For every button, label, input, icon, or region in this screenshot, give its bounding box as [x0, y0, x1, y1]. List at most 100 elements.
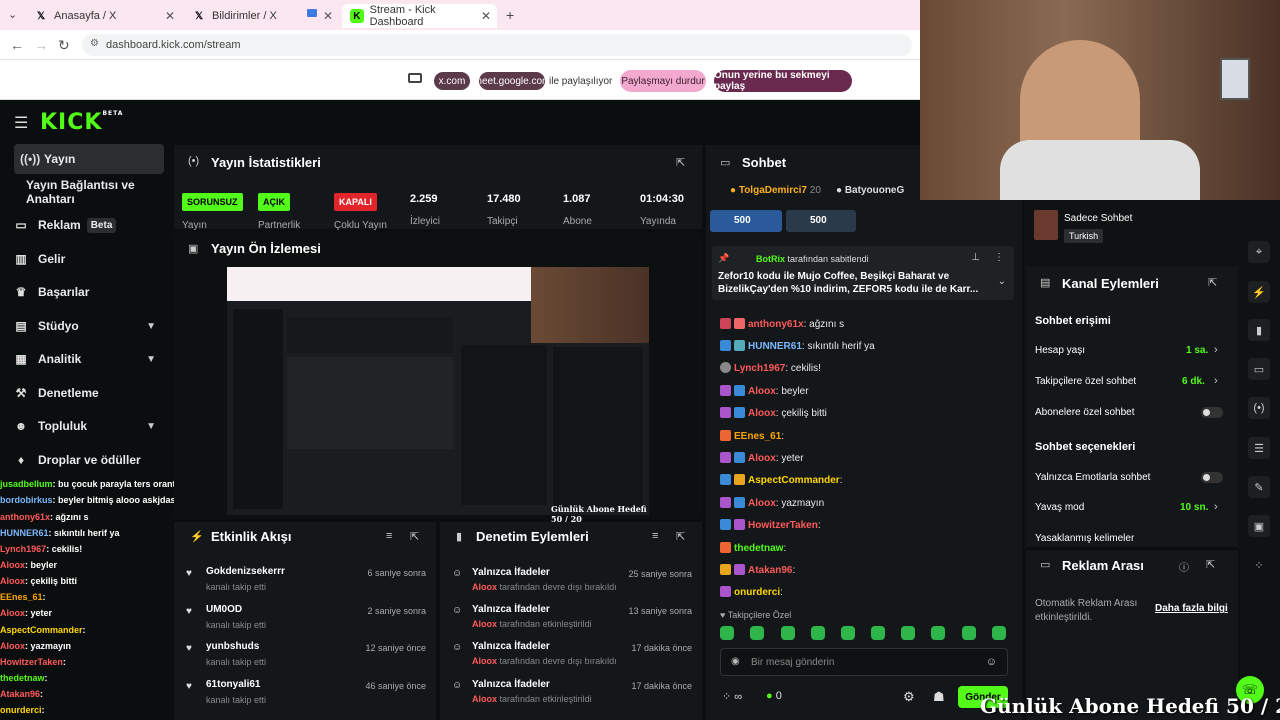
wrench-icon[interactable]: ✎: [1248, 476, 1270, 498]
pinned-by-suffix: tarafından sabitlendi: [787, 254, 869, 264]
emote-icon[interactable]: [871, 626, 885, 640]
activity-item[interactable]: ♥ 61tonyali61 kanalı takip etti 46 saniy…: [186, 679, 426, 709]
popout-icon[interactable]: ⇱: [410, 530, 419, 543]
chat-input[interactable]: ◉ Bir mesaj gönderin ☺: [720, 648, 1008, 676]
close-icon[interactable]: ✕: [323, 9, 333, 23]
popout-icon[interactable]: ⇱: [676, 156, 685, 169]
document-icon[interactable]: ▮: [1248, 319, 1270, 341]
reload-icon[interactable]: ↻: [58, 37, 70, 54]
close-icon[interactable]: ✕: [165, 9, 175, 23]
chat-message[interactable]: AspectCommander:: [720, 474, 842, 486]
emote-icon[interactable]: [962, 626, 976, 640]
chat-message[interactable]: HowitzerTaken:: [720, 519, 821, 531]
emote-icon[interactable]: [992, 626, 1006, 640]
sidebar-item-gelir[interactable]: ▥ Gelir: [14, 244, 164, 274]
emote-icon[interactable]: [931, 626, 945, 640]
sidebar-item-stream-key[interactable]: Yayın Bağlantısı ve Anahtarı: [26, 177, 176, 207]
pinned-message[interactable]: 📌 BotRix tarafından sabitlendi Zefor10 k…: [712, 246, 1014, 300]
slow-mode-value[interactable]: 10 sn.: [1180, 502, 1208, 513]
emote-icon[interactable]: [781, 626, 795, 640]
mod-action-item[interactable]: ☺ Yalnızca İfadeler Aloox tarafından etk…: [452, 679, 692, 709]
tab-list-icon[interactable]: ⌄: [8, 8, 17, 21]
close-icon[interactable]: ✕: [481, 9, 491, 23]
learn-more-link[interactable]: Daha fazla bilgi: [1155, 603, 1228, 614]
filter-icon[interactable]: ≡: [386, 530, 392, 542]
chat-message[interactable]: anthony61x: ağzını s: [720, 318, 844, 330]
tab-kick-dashboard[interactable]: K Stream - Kick Dashboard ✕: [342, 4, 497, 28]
gift-card[interactable]: 500: [786, 210, 856, 232]
mod-action-item[interactable]: ☺ Yalnızca İfadeler Aloox tarafından dev…: [452, 567, 692, 597]
popout-icon[interactable]: ⇱: [1208, 276, 1217, 289]
chat-message[interactable]: Lynch1967: cekilis!: [720, 362, 821, 374]
sidebar-item-denetleme[interactable]: ⚒ Denetleme: [14, 378, 164, 408]
menu-icon[interactable]: ☰: [14, 113, 28, 133]
chevron-right-icon[interactable]: ›: [1214, 375, 1218, 387]
popout-icon[interactable]: ⇱: [676, 530, 685, 543]
emote-icon[interactable]: [720, 626, 734, 640]
chat-message[interactable]: EEnes_61:: [720, 430, 784, 442]
followers-only-value[interactable]: 6 dk.: [1182, 376, 1205, 387]
chat-icon[interactable]: ▭: [1248, 358, 1270, 380]
mod-action-item[interactable]: ☺ Yalnızca İfadeler Aloox tarafından etk…: [452, 604, 692, 634]
kick-points-icon[interactable]: ⁘: [1248, 554, 1270, 576]
chevron-right-icon[interactable]: ›: [1214, 501, 1218, 513]
kick-points[interactable]: ⁘ ∞: [722, 690, 742, 703]
emote-icon[interactable]: [841, 626, 855, 640]
sidebar-item-topluluk[interactable]: ☻ Topluluk ▼: [14, 411, 164, 441]
stream-preview-video[interactable]: Günlük Abone Hedefi 50 / 20: [227, 267, 649, 524]
chat-message[interactable]: Atakan96:: [720, 564, 795, 576]
gift-card[interactable]: 500: [710, 210, 782, 232]
emote-icon[interactable]: [811, 626, 825, 640]
sidebar-item-studyo[interactable]: ▤ Stüdyo ▼: [14, 311, 164, 341]
activity-item[interactable]: ♥ UM0OD kanalı takip etti 2 saniye sonra: [186, 604, 426, 634]
chat-message[interactable]: Aloox: yazmayın: [720, 497, 824, 509]
chat-message[interactable]: thedetnaw:: [720, 542, 786, 554]
kick-logo[interactable]: KICKBETA: [40, 110, 123, 135]
sidebar-item-reklam[interactable]: ▭ Reklam Beta: [14, 210, 164, 240]
url-field[interactable]: ⚙ dashboard.kick.com/stream: [82, 34, 912, 56]
list-icon[interactable]: ☰: [1248, 437, 1270, 459]
broadcast-icon[interactable]: (•): [1248, 397, 1270, 419]
people-icon[interactable]: ☗: [933, 689, 945, 705]
back-icon[interactable]: ←: [10, 37, 24, 53]
tab-x-home[interactable]: 𝕏 Anasayfa / X ✕: [26, 4, 181, 28]
share-this-tab-button[interactable]: Onun yerine bu sekmeyi paylaş: [714, 70, 852, 92]
overlay-chat-line: onurderci:: [0, 705, 45, 715]
site-info-icon[interactable]: ⚙: [90, 38, 99, 49]
sidebar-item-droplar[interactable]: ♦ Droplar ve ödüller: [14, 445, 164, 475]
account-age-value[interactable]: 1 sa.: [1186, 345, 1208, 356]
info-icon[interactable]: ⓘ: [1179, 559, 1189, 574]
chat-message[interactable]: HUNNER61: sıkıntılı herif ya: [720, 340, 875, 352]
new-tab-icon[interactable]: +: [506, 7, 514, 23]
emote-icon[interactable]: [750, 626, 764, 640]
chat-message[interactable]: onurderci:: [720, 586, 783, 598]
activity-item[interactable]: ♥ yunbshuds kanalı takip etti 12 saniye …: [186, 641, 426, 671]
sidebar-item-yayin[interactable]: ((•)) Yayın: [14, 144, 164, 174]
forward-icon[interactable]: →: [34, 37, 48, 53]
subscribers-only-toggle[interactable]: [1201, 407, 1223, 418]
stop-sharing-button[interactable]: Paylaşmayı durdur: [620, 70, 706, 92]
chevron-down-icon[interactable]: ⌄: [998, 276, 1006, 287]
chat-message[interactable]: Aloox: beyler: [720, 385, 809, 397]
activity-item[interactable]: ♥ Gokdenizsekerrr kanalı takip etti 6 sa…: [186, 566, 426, 596]
filter-icon[interactable]: ≡: [652, 530, 658, 542]
bolt-icon[interactable]: ⚡: [1248, 281, 1270, 303]
popout-icon[interactable]: ⇱: [1206, 558, 1215, 571]
settings-icon[interactable]: ⚙: [903, 689, 915, 705]
chat-message[interactable]: Aloox: yeter: [720, 452, 804, 464]
tab-x-notifications[interactable]: 𝕏 Bildirimler / X ✕: [184, 4, 339, 28]
more-icon[interactable]: ⋮: [994, 252, 1004, 263]
emote-icon[interactable]: [901, 626, 915, 640]
focus-icon[interactable]: ⌖: [1248, 241, 1270, 263]
sidebar-item-basarilar[interactable]: ♛ Başarılar: [14, 277, 164, 307]
pin-icon[interactable]: ⊥: [971, 252, 980, 263]
gift-count[interactable]: ● 0: [766, 690, 782, 702]
emoji-icon[interactable]: ☺: [986, 656, 997, 668]
subscriber-count: 1.087: [563, 193, 591, 205]
chevron-right-icon[interactable]: ›: [1214, 344, 1218, 356]
layout-icon[interactable]: ▣: [1248, 515, 1270, 537]
mod-action-item[interactable]: ☺ Yalnızca İfadeler Aloox tarafından dev…: [452, 641, 692, 671]
emote-only-toggle[interactable]: [1201, 472, 1223, 483]
sidebar-item-analitik[interactable]: ▦ Analitik ▼: [14, 344, 164, 374]
chat-message[interactable]: Aloox: çekiliş bitti: [720, 407, 827, 419]
